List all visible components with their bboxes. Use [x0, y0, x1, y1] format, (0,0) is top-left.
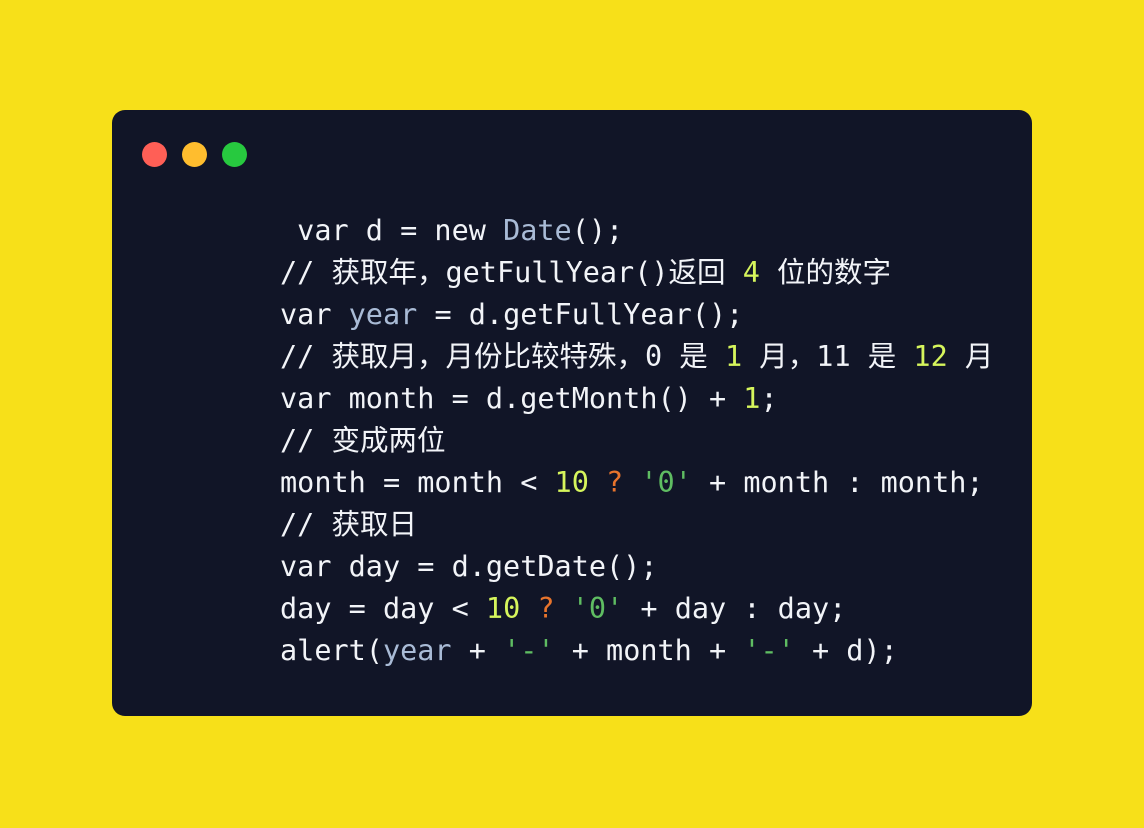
code-line: // 获取年，getFullYear()返回 4 位的数字 — [280, 252, 1032, 294]
code-token-plain: + month : month; — [691, 466, 984, 499]
code-token-string: '-' — [743, 634, 795, 667]
maximize-window-icon[interactable] — [222, 141, 247, 167]
code-token-plain: + day : day; — [623, 592, 847, 625]
code-line: day = day < 10 ? '0' + day : day; — [280, 588, 1032, 630]
code-line: var month = d.getMonth() + 1; — [280, 378, 1032, 420]
code-token-string: '0' — [640, 466, 692, 499]
code-token-comment: 月，11 是 — [742, 340, 914, 373]
code-token-comment: 位的数字 — [759, 256, 892, 289]
code-token-plain: day = day < — [280, 592, 486, 625]
code-line: alert(year + '-' + month + '-' + d); — [280, 630, 1032, 672]
code-token-string: '0' — [571, 592, 624, 625]
code-block[interactable]: var d = new Date();// 获取年，getFullYear()返… — [112, 198, 1032, 672]
code-token-comment: 月 — [947, 340, 994, 373]
code-token-plain: var — [280, 298, 349, 331]
code-token-number: 10 — [485, 592, 521, 625]
code-line: // 获取日 — [280, 504, 1032, 546]
code-token-var: year — [382, 634, 452, 667]
code-line: var day = d.getDate(); — [280, 546, 1032, 588]
code-token-comment: // 获取年，getFullYear()返回 — [280, 256, 743, 289]
code-token-comment: // 获取月，月份比较特殊，0 是 — [280, 340, 725, 373]
code-token-number: 4 — [742, 256, 760, 289]
code-token-number: 1 — [743, 382, 761, 415]
code-token-plain: (); — [571, 214, 624, 247]
code-token-comment: // 获取日 — [280, 508, 417, 541]
code-line: var d = new Date(); — [280, 210, 1032, 252]
code-token-plain: + d); — [794, 634, 898, 667]
code-window-card: var d = new Date();// 获取年，getFullYear()返… — [112, 110, 1032, 716]
code-token-number: 1 — [724, 340, 743, 373]
code-token-plain: alert( — [280, 634, 383, 667]
page-root: var d = new Date();// 获取年，getFullYear()返… — [0, 0, 1144, 828]
code-token-var: year — [348, 298, 418, 331]
code-line: var year = d.getFullYear(); — [280, 294, 1032, 336]
code-token-type: Date — [503, 214, 572, 247]
window-titlebar — [112, 110, 1032, 198]
code-token-plain: var day = d.getDate(); — [280, 550, 658, 583]
code-token-number: 10 — [554, 466, 589, 499]
code-token-plain: ; — [760, 382, 778, 415]
code-line: // 变成两位 — [280, 420, 1032, 462]
code-token-operator: ? — [606, 466, 624, 499]
code-token-plain: + month + — [554, 634, 744, 667]
code-line: month = month < 10 ? '0' + month : month… — [280, 462, 1032, 504]
code-token-comment: // 变成两位 — [280, 424, 446, 457]
code-token-plain: = d.getFullYear(); — [417, 298, 744, 331]
code-token-operator: ? — [537, 592, 555, 625]
code-token-plain: + — [451, 634, 504, 667]
code-token-number: 12 — [913, 340, 948, 373]
close-window-icon[interactable] — [142, 141, 167, 167]
code-token-string: '-' — [503, 634, 555, 667]
code-token-plain: var month = d.getMonth() + — [280, 382, 744, 415]
code-token-plain: month = month < — [280, 466, 555, 499]
code-token-plain: var d = new — [280, 214, 504, 247]
minimize-window-icon[interactable] — [182, 141, 207, 167]
code-line: // 获取月，月份比较特殊，0 是 1 月，11 是 12 月 — [280, 336, 1032, 378]
